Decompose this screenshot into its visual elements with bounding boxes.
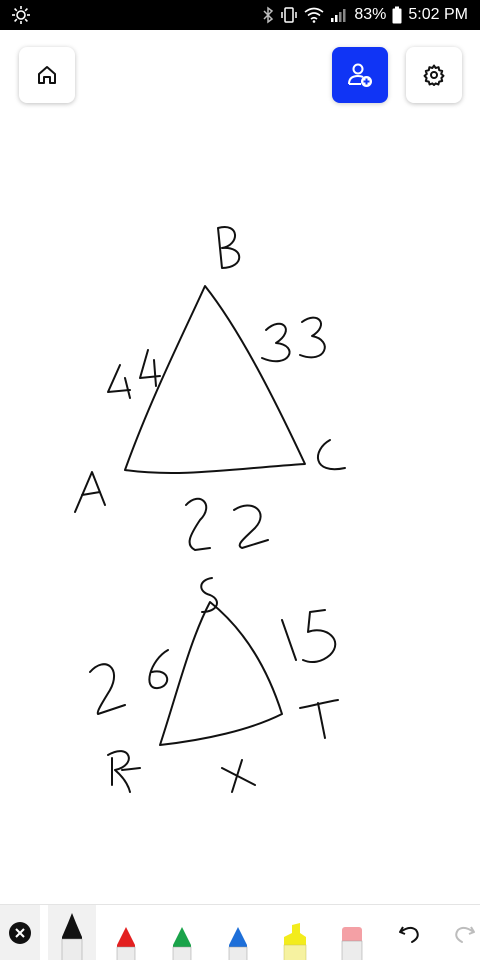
wifi-icon: [304, 7, 324, 23]
signal-icon: [331, 9, 346, 22]
blue-pen-tool[interactable]: [218, 905, 258, 960]
red-marker-icon: [116, 927, 136, 960]
vertex-c-mark: [316, 439, 346, 471]
side-rs-mark: [89, 649, 169, 715]
clock: 5:02 PM: [408, 6, 468, 23]
handwritten-drawing: [74, 226, 346, 793]
handwritten-labels: [74, 226, 346, 793]
close-icon: [9, 922, 31, 944]
invite-button[interactable]: [332, 47, 388, 103]
undo-button[interactable]: [394, 905, 426, 960]
undo-icon: [399, 926, 419, 943]
green-pen-tool[interactable]: [162, 905, 202, 960]
notification-icon: [12, 6, 30, 24]
vertex-b-mark: [217, 226, 241, 269]
blue-marker-icon: [228, 927, 248, 960]
vibrate-icon: [281, 7, 298, 23]
triangle-abc: [124, 285, 306, 475]
home-button[interactable]: [19, 47, 75, 103]
side-rt-mark: [221, 759, 256, 793]
eraser-icon: [341, 927, 363, 960]
vertex-s-mark: [200, 577, 218, 613]
side-st-mark: [281, 609, 337, 664]
gear-icon: [423, 64, 445, 86]
battery-percent: 83%: [354, 6, 387, 23]
black-marker-icon: [61, 913, 83, 960]
home-icon: [38, 66, 56, 84]
black-pen-tool[interactable]: [48, 905, 96, 960]
side-ab-mark: [107, 349, 161, 399]
vertex-t-mark: [299, 699, 339, 739]
tool-bar: [0, 904, 480, 960]
close-toolbar-button[interactable]: [0, 905, 40, 960]
settings-button[interactable]: [406, 47, 462, 103]
red-pen-tool[interactable]: [106, 905, 146, 960]
vertex-a-mark: [74, 471, 106, 513]
drawing-canvas[interactable]: [0, 110, 480, 900]
redo-icon: [455, 926, 475, 943]
vertex-r-mark: [107, 750, 141, 793]
highlighter-tool[interactable]: [274, 905, 316, 960]
eraser-tool[interactable]: [332, 905, 372, 960]
side-ac-mark: [185, 497, 269, 551]
green-marker-icon: [172, 927, 192, 960]
person-add-icon: [348, 63, 372, 87]
status-bar: 83% 5:02 PM: [0, 0, 480, 30]
bluetooth-icon: [263, 6, 274, 24]
side-bc-mark: [261, 316, 326, 363]
triangle-rst: [159, 601, 283, 746]
highlighter-icon: [283, 923, 307, 960]
battery-icon: [392, 6, 402, 24]
redo-button[interactable]: [448, 905, 480, 960]
